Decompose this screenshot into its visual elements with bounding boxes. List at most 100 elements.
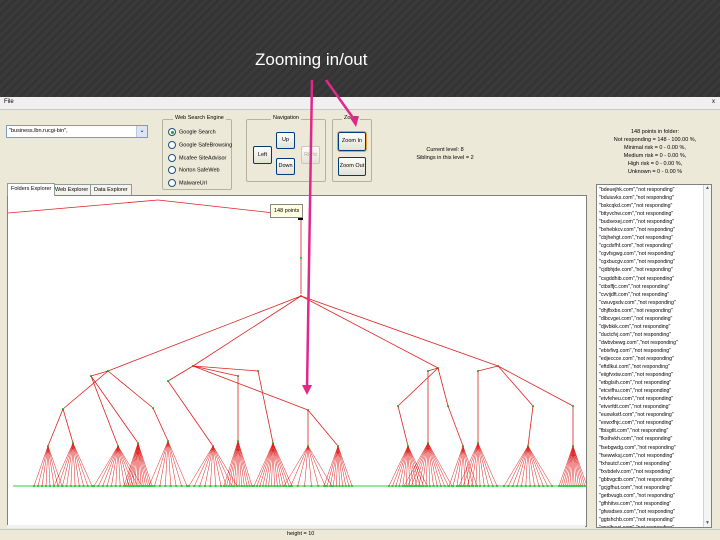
- result-item[interactable]: "gnelbuwj.com","not responding": [599, 524, 703, 527]
- result-item[interactable]: "bttyvchw.com","not responding": [599, 210, 703, 218]
- tree-fan-edge: [262, 442, 274, 487]
- nav-left-button[interactable]: Left: [253, 146, 272, 164]
- zoom-group-title: Zoom: [342, 115, 361, 121]
- result-item[interactable]: "gfwsdsex.com","not responding": [599, 508, 703, 516]
- tree-edge: [192, 365, 309, 411]
- tree-fan-edge: [503, 445, 529, 487]
- tree-edge: [62, 408, 74, 444]
- result-item[interactable]: "bduiuvks.com","not responding": [599, 194, 703, 202]
- menu-file[interactable]: File: [4, 99, 14, 105]
- horizontal-scrollbar[interactable]: [7, 525, 585, 528]
- result-item[interactable]: "bxhebkcv.com","not responding": [599, 226, 703, 234]
- tree-edge: [167, 380, 214, 447]
- tree-fan-edge: [253, 442, 274, 487]
- tree-fan-edge: [427, 442, 453, 487]
- tree-fan-edge: [512, 445, 529, 487]
- tab-folders-explorer[interactable]: Folders Explorer: [7, 183, 56, 196]
- result-item[interactable]: "ctbsffjc.com","not responding": [599, 283, 703, 291]
- stats-line: Medium risk = 0 - 0.00 %,: [623, 153, 687, 159]
- result-item[interactable]: "bdeuejhk.com","not responding": [599, 186, 703, 194]
- result-item[interactable]: "gfhhitvs.com","not responding": [599, 500, 703, 508]
- tree-edge: [7, 199, 159, 214]
- result-item[interactable]: "cgvfsgwg.com","not responding": [599, 250, 703, 258]
- level-info: Current level: 8 Siblings in this level …: [400, 147, 490, 163]
- result-item[interactable]: "gbbvgctb.com","not responding": [599, 476, 703, 484]
- result-item[interactable]: "ggtshchb.com","not responding": [599, 516, 703, 524]
- tree-fan-edge: [407, 442, 429, 487]
- radio-malwareurl[interactable]: MalwareUrl: [168, 179, 207, 187]
- radio-google-search[interactable]: Google Search: [168, 128, 216, 136]
- tree-node[interactable]: [300, 257, 302, 259]
- vertical-scrollbar[interactable]: ▲ ▼: [703, 185, 711, 527]
- tree-fan-edge: [527, 445, 548, 487]
- result-item[interactable]: "cgcdxfhf.com","not responding": [599, 242, 703, 250]
- tree-fan-edge: [102, 445, 119, 487]
- result-item[interactable]: "exwxfhjc.com","not responding": [599, 419, 703, 427]
- result-item[interactable]: "ductcfvj.com","not responding": [599, 331, 703, 339]
- tree-canvas[interactable]: 148 points: [7, 195, 588, 527]
- result-item[interactable]: "fksthvkh.com","not responding": [599, 435, 703, 443]
- result-item[interactable]: "cbjhehgt.com","not responding": [599, 234, 703, 242]
- scroll-up-icon[interactable]: ▲: [704, 185, 711, 192]
- result-item[interactable]: "dlbcvgei.com","not responding": [599, 315, 703, 323]
- menu-bar: File x: [0, 97, 720, 110]
- results-list: "bdeuejhk.com","not responding" "bduiuvks…: [599, 186, 703, 527]
- tree-graph[interactable]: [7, 196, 588, 526]
- tree-edge: [397, 367, 439, 407]
- result-item[interactable]: "csgddhib.com","not responding": [599, 275, 703, 283]
- tree-fan-edge: [72, 442, 89, 487]
- nav-down-button[interactable]: Down: [276, 158, 295, 175]
- result-item[interactable]: "etbglsih.com","not responding": [599, 379, 703, 387]
- result-item[interactable]: "eftdlkui.com","not responding": [599, 363, 703, 371]
- radio-selected-icon: [168, 128, 176, 136]
- scroll-down-icon[interactable]: ▼: [704, 520, 711, 527]
- navigation-group: Navigation Up Left Right Down: [246, 115, 326, 182]
- tree-node[interactable]: [583, 485, 586, 487]
- result-item[interactable]: "budxexej.com","not responding": [599, 218, 703, 226]
- result-item[interactable]: "edjeccce.com","not responding": [599, 355, 703, 363]
- result-item[interactable]: "bskcqkd.com","not responding": [599, 202, 703, 210]
- tree-fan-edge: [388, 445, 409, 487]
- result-item[interactable]: "cvvijdft.com","not responding": [599, 291, 703, 299]
- tree-edge: [107, 295, 302, 372]
- results-list-panel: "bdeuejhk.com","not responding" "bduiuvks…: [596, 184, 712, 528]
- tree-fan-edge: [194, 445, 214, 487]
- result-item[interactable]: "gcjgfhut.com","not responding": [599, 484, 703, 492]
- result-item[interactable]: "dwbvbewg.com","not responding": [599, 339, 703, 347]
- result-item[interactable]: "etvfeheu.com","not responding": [599, 395, 703, 403]
- folder-stats: 148 points in folder: Not responding = 1…: [600, 129, 710, 177]
- result-item[interactable]: "fxvbdelv.com","not responding": [599, 468, 703, 476]
- result-item[interactable]: "euxwkstf.com","not responding": [599, 411, 703, 419]
- zoom-out-button[interactable]: Zoom Out: [338, 157, 366, 176]
- radio-google-safebrowsing[interactable]: Google SafeBrowsing: [168, 141, 232, 149]
- result-item[interactable]: "cgxbucgv.com","not responding": [599, 258, 703, 266]
- result-item[interactable]: "dhjfbxbx.com","not responding": [599, 307, 703, 315]
- result-item[interactable]: "getbvugb.com","not responding": [599, 492, 703, 500]
- nav-up-button[interactable]: Up: [276, 132, 295, 149]
- result-item[interactable]: "ebivfivg.com","not responding": [599, 347, 703, 355]
- result-item[interactable]: "fsebgwdg.com","not responding": [599, 444, 703, 452]
- tree-fan-edge: [427, 442, 449, 487]
- result-item[interactable]: "etcvifhu.com","not responding": [599, 387, 703, 395]
- tree-fan-edge: [228, 440, 239, 487]
- result-item[interactable]: "fxhsutcf.com","not responding": [599, 460, 703, 468]
- result-item[interactable]: "fbisgtlt.com","not responding": [599, 427, 703, 435]
- result-item[interactable]: "cwuvgxdv.com","not responding": [599, 299, 703, 307]
- result-item[interactable]: "cjdbhjde.com","not responding": [599, 266, 703, 274]
- tree-fan-edge: [395, 445, 409, 487]
- result-item[interactable]: "etvvrfdt.com","not responding": [599, 403, 703, 411]
- radio-mcafee-siteadvisor[interactable]: Mcafee SiteAdvisor: [168, 154, 226, 162]
- nav-right-button[interactable]: Right: [301, 146, 320, 164]
- zoom-in-button[interactable]: Zoom In: [337, 131, 367, 152]
- result-item[interactable]: "djivbkik.com","not responding": [599, 323, 703, 331]
- chevron-down-icon[interactable]: ⌄: [136, 126, 147, 137]
- tree-fan-edge: [477, 442, 494, 487]
- zoom-group: Zoom Zoom In Zoom Out: [332, 115, 372, 182]
- search-combo[interactable]: "business.lbn.rucgi-bin", ⌄: [6, 125, 148, 138]
- tree-fan-edge: [448, 445, 464, 487]
- close-icon[interactable]: x: [712, 99, 715, 105]
- result-item[interactable]: "eiigfvxtw.com","not responding": [599, 371, 703, 379]
- tree-fan-edge: [477, 442, 498, 487]
- result-item[interactable]: "fsewwksj.com","not responding": [599, 452, 703, 460]
- radio-norton-safeweb[interactable]: Norton SafeWeb: [168, 166, 220, 174]
